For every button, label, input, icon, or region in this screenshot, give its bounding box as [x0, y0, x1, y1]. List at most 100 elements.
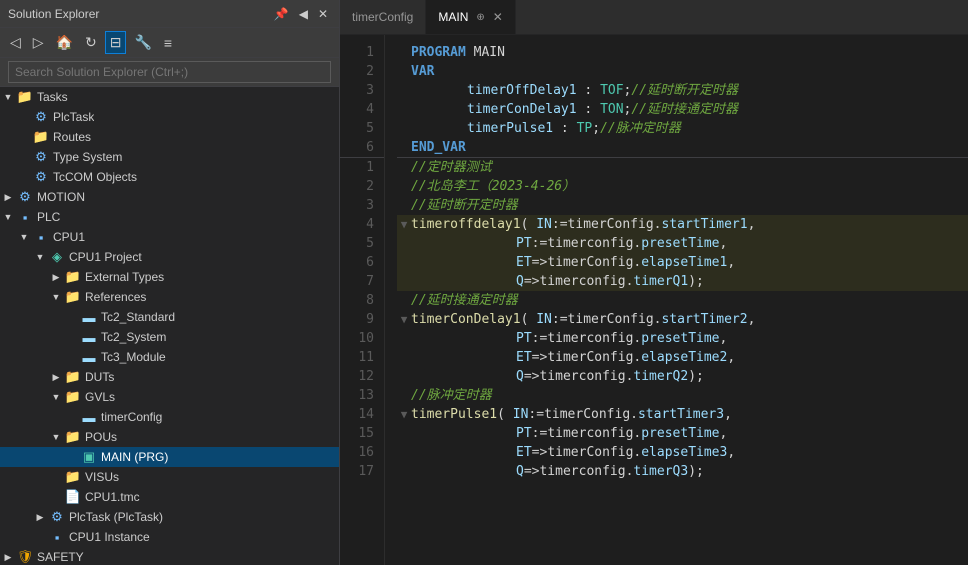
- panel-controls: 📌 ◀ ✕: [271, 6, 331, 22]
- expander-main-prg[interactable]: [64, 449, 80, 465]
- close-panel-button[interactable]: ✕: [315, 6, 331, 22]
- expander-duts[interactable]: ▶: [48, 369, 64, 385]
- tab-timerconfig[interactable]: timerConfig: [340, 0, 426, 34]
- expander-plctask-instance[interactable]: ▶: [32, 509, 48, 525]
- expander-cpu1-instance[interactable]: [32, 529, 48, 545]
- tree-item-safety[interactable]: ▶🛡SAFETY: [0, 547, 339, 565]
- tree-item-cpu1-project[interactable]: ▼◈CPU1 Project: [0, 247, 339, 267]
- code-text: PT:=timerconfig.presetTime,: [411, 234, 727, 253]
- code-text: timerConDelay1( IN:=timerConfig.startTim…: [411, 310, 755, 329]
- code-line: ET=>timerConfig.elapseTime2,: [397, 348, 968, 367]
- icon-tasks: 📁: [16, 89, 34, 105]
- tree-item-tasks[interactable]: ▼📁Tasks: [0, 87, 339, 107]
- expander-timerconfig[interactable]: [64, 409, 80, 425]
- code-content[interactable]: PROGRAM MAIN VAR timerOffDelay1 : TOF;//…: [385, 35, 968, 565]
- code-line: //定时器测试: [397, 158, 968, 177]
- expander-cpu1-tmc[interactable]: [48, 489, 64, 505]
- tree-item-pous[interactable]: ▼📁POUs: [0, 427, 339, 447]
- code-line: timerConDelay1 : TON;//延时接通定时器: [397, 100, 968, 119]
- icon-safety: 🛡: [16, 549, 34, 565]
- code-text: timerOffDelay1 : TOF;//延时断开定时器: [411, 81, 738, 100]
- expander-pous[interactable]: ▼: [48, 429, 64, 445]
- line-number: 15: [340, 424, 384, 443]
- expander-plc[interactable]: ▼: [0, 209, 16, 225]
- forward-button[interactable]: ▷: [29, 32, 48, 53]
- back-button[interactable]: ◁: [6, 32, 25, 53]
- tree-item-motion[interactable]: ▶⚙MOTION: [0, 187, 339, 207]
- tree-item-cpu1-instance[interactable]: ▪CPU1 Instance: [0, 527, 339, 547]
- expander-tc2-standard[interactable]: [64, 309, 80, 325]
- line-number: 9: [340, 310, 384, 329]
- tree-item-type-system[interactable]: ⚙Type System: [0, 147, 339, 167]
- code-text: Q=>timerconfig.timerQ2);: [411, 367, 704, 386]
- tree-item-duts[interactable]: ▶📁DUTs: [0, 367, 339, 387]
- code-line: PT:=timerconfig.presetTime,: [397, 329, 968, 348]
- label-plctask-instance: PlcTask (PlcTask): [69, 510, 163, 524]
- label-type-system: Type System: [53, 150, 122, 164]
- tree-item-references[interactable]: ▼📁References: [0, 287, 339, 307]
- tree-item-visus[interactable]: 📁VISUs: [0, 467, 339, 487]
- icon-tc2-system: ▬: [80, 329, 98, 345]
- fold-button[interactable]: ▼: [397, 310, 411, 329]
- line-number: 17: [340, 462, 384, 481]
- tree-container[interactable]: ▼📁Tasks ⚙PlcTask 📁Routes ⚙Type System ⚙T…: [0, 87, 339, 565]
- expander-tccom-objects[interactable]: [16, 169, 32, 185]
- tree-item-tc2-system[interactable]: ▬Tc2_System: [0, 327, 339, 347]
- refresh-button[interactable]: ↻: [81, 32, 101, 53]
- tree-item-cpu1[interactable]: ▼▪CPU1: [0, 227, 339, 247]
- pin-button[interactable]: 📌: [271, 6, 292, 22]
- expander-references[interactable]: ▼: [48, 289, 64, 305]
- expander-tc3-module[interactable]: [64, 349, 80, 365]
- tab-main[interactable]: MAIN ⊕ ✕: [426, 0, 515, 34]
- tree-item-plc[interactable]: ▼▪PLC: [0, 207, 339, 227]
- settings-button[interactable]: 🔧: [130, 32, 155, 53]
- new-solution-button[interactable]: ≡: [160, 33, 176, 53]
- label-tc2-system: Tc2_System: [101, 330, 166, 344]
- fold-button[interactable]: ▼: [397, 405, 411, 424]
- panel-header: Solution Explorer 📌 ◀ ✕: [0, 0, 339, 28]
- expander-gvls[interactable]: ▼: [48, 389, 64, 405]
- line-number: 3: [340, 196, 384, 215]
- auto-hide-button[interactable]: ◀: [296, 6, 311, 22]
- tree-item-external-types[interactable]: ▶📁External Types: [0, 267, 339, 287]
- expander-external-types[interactable]: ▶: [48, 269, 64, 285]
- label-pous: POUs: [85, 430, 117, 444]
- fold-button[interactable]: ▼: [397, 215, 411, 234]
- tree-item-gvls[interactable]: ▼📁GVLs: [0, 387, 339, 407]
- code-text: Q=>timerconfig.timerQ3);: [411, 462, 704, 481]
- expander-safety[interactable]: ▶: [0, 549, 16, 565]
- code-line: END_VAR: [397, 138, 968, 157]
- tree-item-plctask-instance[interactable]: ▶⚙PlcTask (PlcTask): [0, 507, 339, 527]
- code-text: Q=>timerconfig.timerQ1);: [411, 272, 704, 291]
- expander-tc2-system[interactable]: [64, 329, 80, 345]
- code-line: PT:=timerconfig.presetTime,: [397, 424, 968, 443]
- tab-main-pin-icon[interactable]: ⊕: [476, 12, 484, 23]
- home-button[interactable]: 🏠: [52, 32, 77, 53]
- icon-tccom-objects: ⚙: [32, 169, 50, 185]
- expander-plctask[interactable]: [16, 109, 32, 125]
- expander-type-system[interactable]: [16, 149, 32, 165]
- label-gvls: GVLs: [85, 390, 115, 404]
- expander-tasks[interactable]: ▼: [0, 89, 16, 105]
- expander-cpu1[interactable]: ▼: [16, 229, 32, 245]
- expander-cpu1-project[interactable]: ▼: [32, 249, 48, 265]
- label-motion: MOTION: [37, 190, 85, 204]
- expander-routes[interactable]: [16, 129, 32, 145]
- tree-item-tc3-module[interactable]: ▬Tc3_Module: [0, 347, 339, 367]
- tree-item-tc2-standard[interactable]: ▬Tc2_Standard: [0, 307, 339, 327]
- tab-timerconfig-label: timerConfig: [352, 10, 413, 24]
- collapse-button[interactable]: ⊟: [105, 31, 127, 54]
- tab-main-close-icon[interactable]: ✕: [493, 10, 503, 24]
- expander-visus[interactable]: [48, 469, 64, 485]
- code-text: timerPulse1( IN:=timerConfig.startTimer3…: [411, 405, 732, 424]
- search-input[interactable]: [8, 61, 331, 83]
- tree-item-main-prg[interactable]: ▣MAIN (PRG): [0, 447, 339, 467]
- tree-item-timerconfig[interactable]: ▬timerConfig: [0, 407, 339, 427]
- tree-item-cpu1-tmc[interactable]: 📄CPU1.tmc: [0, 487, 339, 507]
- tree-item-plctask[interactable]: ⚙PlcTask: [0, 107, 339, 127]
- tree-item-tccom-objects[interactable]: ⚙TcCOM Objects: [0, 167, 339, 187]
- expander-motion[interactable]: ▶: [0, 189, 16, 205]
- line-number: 5: [340, 234, 384, 253]
- tree-item-routes[interactable]: 📁Routes: [0, 127, 339, 147]
- code-text: END_VAR: [411, 138, 466, 157]
